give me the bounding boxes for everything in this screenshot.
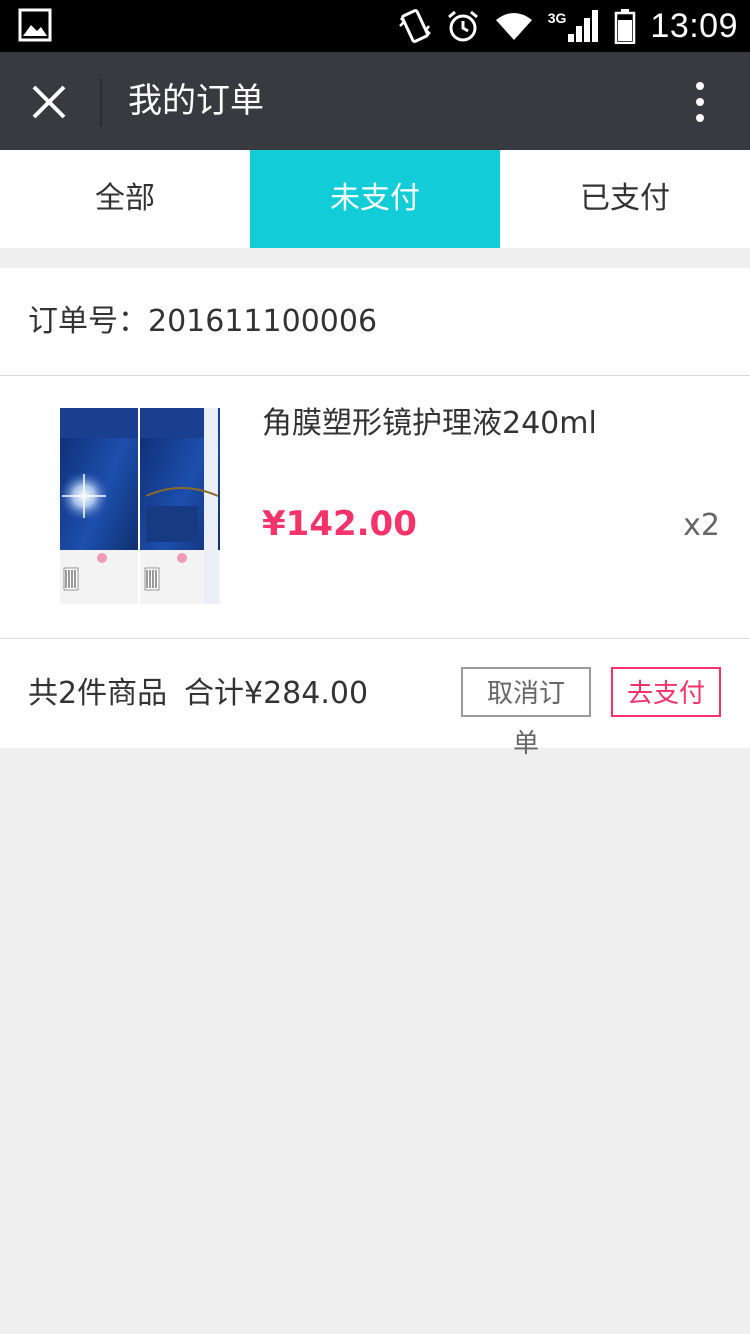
cancel-order-button[interactable]: 取消订单: [461, 667, 591, 759]
page-title: 我的订单: [128, 81, 264, 121]
title-divider: [100, 78, 102, 126]
order-number-row: 订单号： 201611100006: [0, 268, 750, 376]
tab-unpaid[interactable]: 未支付: [250, 150, 500, 248]
order-summary-row: 共2件商品 合计¥284.00 取消订单 去支付: [0, 639, 750, 759]
product-quantity: x2: [683, 508, 720, 543]
product-name[interactable]: 角膜塑形镜护理液240ml: [262, 398, 597, 442]
order-number: 201611100006: [148, 304, 378, 339]
gallery-icon: [18, 8, 52, 42]
pay-button[interactable]: 去支付: [611, 667, 721, 717]
alarm-icon: [447, 10, 478, 42]
title-bar: 我的订单: [0, 52, 750, 150]
order-number-label: 订单号：: [28, 304, 148, 339]
vibrate-icon: [398, 9, 431, 43]
order-card: 订单号： 201611100006 角膜塑形镜护理液240ml ¥142.00 …: [0, 268, 750, 759]
battery-icon: [615, 9, 636, 44]
product-row[interactable]: 角膜塑形镜护理液240ml ¥142.00 x2: [0, 376, 750, 639]
order-total: 合计¥284.00: [184, 676, 369, 711]
item-count: 共2件商品: [28, 676, 168, 711]
network-type-label: 3G: [547, 10, 567, 26]
product-image[interactable]: [32, 400, 232, 610]
close-icon[interactable]: [30, 83, 68, 121]
status-bar: 3G 13:09: [0, 0, 750, 52]
tab-all[interactable]: 全部: [0, 150, 250, 248]
order-tabs: 全部 未支付 已支付: [0, 150, 750, 248]
wifi-icon: [495, 13, 532, 40]
more-vertical-icon[interactable]: [684, 80, 716, 124]
clock-time: 13:09: [650, 6, 738, 45]
tab-paid[interactable]: 已支付: [500, 150, 750, 248]
signal-icon: [568, 10, 599, 42]
product-price: ¥142.00: [262, 504, 417, 544]
